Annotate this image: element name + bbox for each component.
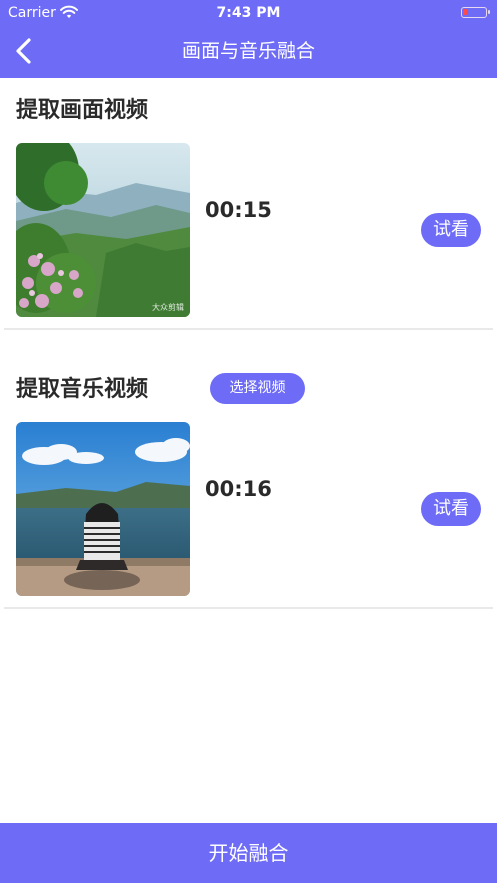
video-duration: 00:15 (205, 198, 272, 222)
status-bar: Carrier 7:43 PM (0, 0, 497, 26)
select-video-button[interactable]: 选择视频 (210, 373, 305, 404)
page-title: 画面与音乐融合 (181, 40, 315, 62)
lake-image (16, 422, 190, 596)
section-title-music: 提取音乐视频 (16, 377, 149, 402)
video-thumbnail-music[interactable] (16, 422, 190, 596)
video-duration: 00:16 (205, 477, 272, 501)
divider (4, 328, 493, 330)
watermark-text: 大众剪辑 (152, 303, 184, 312)
divider (4, 607, 493, 609)
video-card-music: 提取音乐视频 选择视频 00:16 试看 (0, 357, 497, 611)
section-title-picture: 提取画面视频 (16, 98, 149, 123)
start-merge-button[interactable]: 开始融合 (0, 823, 497, 883)
video-thumbnail-picture[interactable]: 大众剪辑 (16, 143, 190, 317)
landscape-image (16, 143, 190, 317)
preview-button[interactable]: 试看 (421, 213, 481, 247)
preview-button[interactable]: 试看 (421, 492, 481, 526)
battery-icon (461, 7, 490, 18)
clock: 7:43 PM (216, 5, 281, 21)
video-card-picture: 提取画面视频 大众剪辑 00:15 试看 (0, 78, 497, 332)
header: Carrier 7:43 PM 画面与音乐融合 (0, 0, 497, 78)
